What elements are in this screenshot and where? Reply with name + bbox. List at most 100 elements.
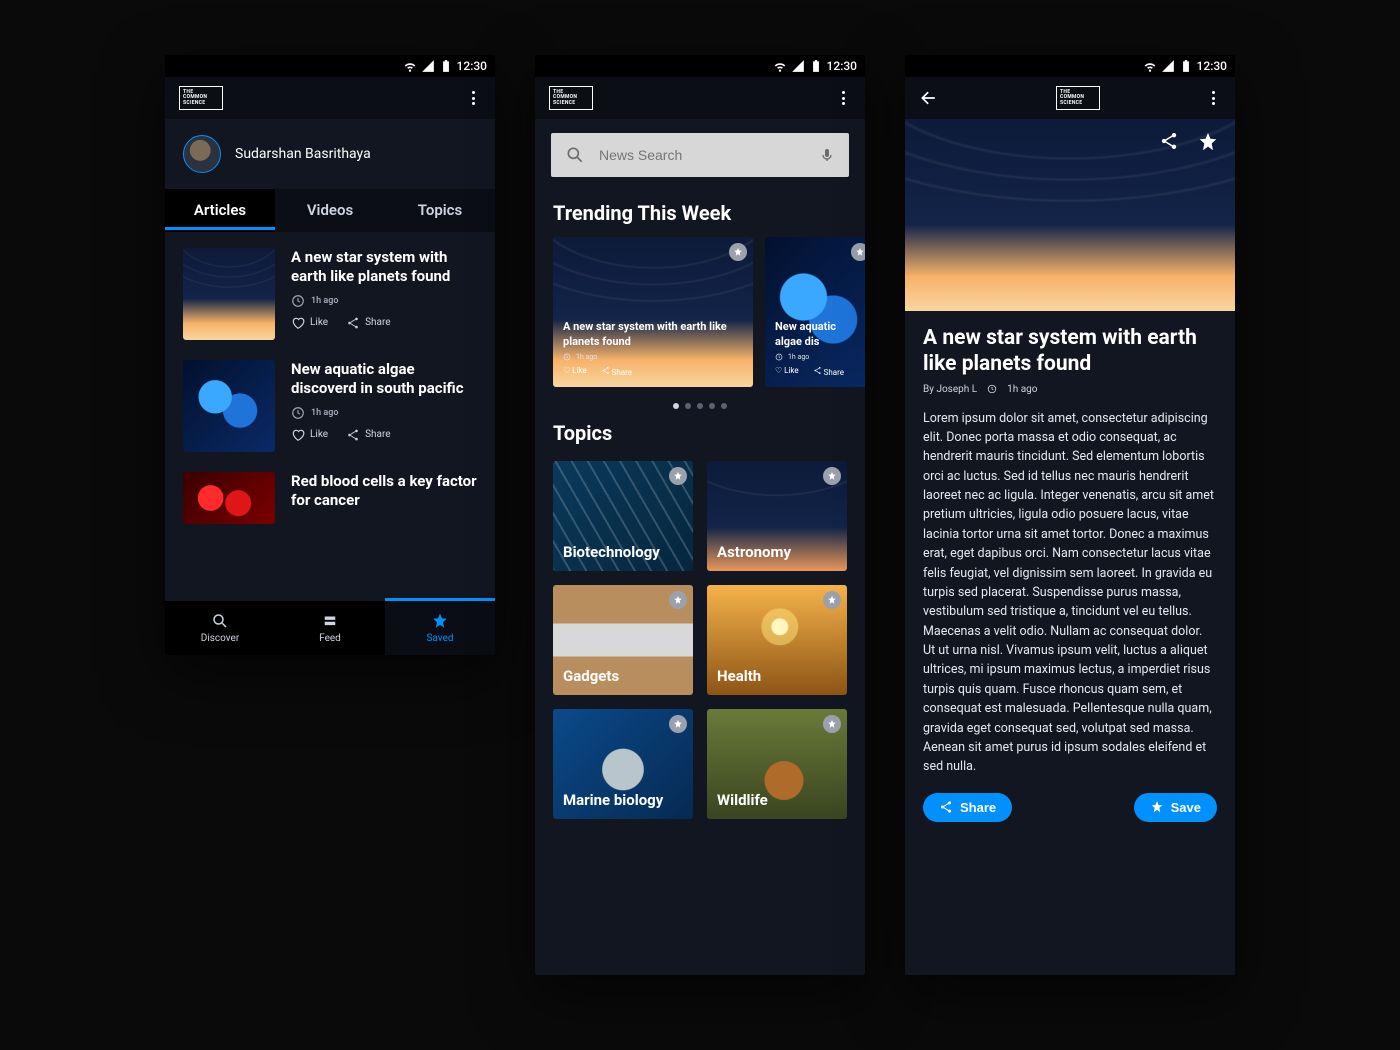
bookmark-badge[interactable]	[823, 467, 841, 485]
status-bar: 12:30	[165, 55, 495, 77]
wifi-icon	[403, 59, 417, 73]
share-button[interactable]: Share	[813, 366, 844, 377]
status-time: 12:30	[827, 59, 857, 73]
star-icon[interactable]	[1197, 131, 1219, 153]
article-body: Lorem ipsum dolor sit amet, consectetur …	[905, 409, 1235, 777]
bottom-nav: Discover Feed Saved	[165, 601, 495, 655]
share-button[interactable]: Share	[601, 366, 632, 377]
app-bar: THE COMMON SCIENCE	[905, 77, 1235, 119]
overflow-menu-button[interactable]	[835, 91, 851, 105]
trending-card[interactable]: A new star system with earth like planet…	[553, 237, 753, 387]
bookmark-badge[interactable]	[669, 591, 687, 609]
topic-card[interactable]: Gadgets	[553, 585, 693, 695]
bookmark-badge[interactable]	[851, 243, 865, 261]
star-icon	[1150, 800, 1164, 814]
username: Sudarshan Basrithaya	[235, 146, 371, 162]
wifi-icon	[773, 59, 787, 73]
like-button[interactable]: ♡ Like	[775, 366, 799, 377]
brand-logo[interactable]: THE COMMON SCIENCE	[1056, 86, 1100, 110]
tab-bar: Articles Videos Topics	[165, 189, 495, 232]
heart-icon	[291, 428, 305, 442]
share-icon	[346, 316, 360, 330]
overflow-menu-button[interactable]	[1205, 91, 1221, 105]
status-bar: 12:30	[535, 55, 865, 77]
article-meta: 1h ago	[291, 406, 477, 420]
overflow-menu-button[interactable]	[465, 91, 481, 105]
screen-discover: 12:30 THE COMMON SCIENCE Trending This W…	[535, 55, 865, 975]
nav-discover[interactable]: Discover	[165, 601, 275, 655]
star-icon	[431, 612, 449, 630]
bookmark-badge[interactable]	[669, 467, 687, 485]
profile-row[interactable]: Sudarshan Basrithaya	[165, 119, 495, 189]
search-icon	[565, 145, 585, 165]
heart-icon	[291, 316, 305, 330]
share-icon	[939, 800, 953, 814]
bookmark-badge[interactable]	[729, 243, 747, 261]
topic-card[interactable]: Biotechnology	[553, 461, 693, 571]
action-row: Share Save	[905, 777, 1235, 840]
topic-card[interactable]: Astronomy	[707, 461, 847, 571]
like-button[interactable]: Like	[291, 316, 328, 330]
article-row[interactable]: New aquatic algae discoverd in south pac…	[183, 360, 477, 452]
clock-icon	[775, 353, 783, 361]
topic-card[interactable]: Wildlife	[707, 709, 847, 819]
card-title: New aquatic algae dis	[775, 320, 865, 349]
article-title: A new star system with earth like planet…	[291, 248, 477, 286]
signal-icon	[1161, 59, 1175, 73]
article-title: Red blood cells a key factor for cancer	[291, 472, 477, 510]
share-button[interactable]: Share	[346, 316, 390, 330]
bookmark-badge[interactable]	[823, 591, 841, 609]
topic-card[interactable]: Marine biology	[553, 709, 693, 819]
nav-saved[interactable]: Saved	[385, 601, 495, 655]
signal-icon	[421, 59, 435, 73]
article-meta: 1h ago	[291, 294, 477, 308]
share-icon	[601, 366, 610, 375]
topic-card[interactable]: Health	[707, 585, 847, 695]
brand-logo[interactable]: THE COMMON SCIENCE	[179, 86, 223, 110]
share-button[interactable]: Share	[346, 428, 390, 442]
article-title: A new star system with earth like planet…	[905, 311, 1235, 384]
trending-card[interactable]: New aquatic algae dis 1h ago ♡ Like Shar…	[765, 237, 865, 387]
status-time: 12:30	[1197, 59, 1227, 73]
bookmark-badge[interactable]	[669, 715, 687, 733]
share-icon[interactable]	[1159, 131, 1179, 151]
brand-logo[interactable]: THE COMMON SCIENCE	[549, 86, 593, 110]
article-row[interactable]: Red blood cells a key factor for cancer	[183, 472, 477, 524]
trending-carousel[interactable]: A new star system with earth like planet…	[535, 237, 865, 387]
battery-icon	[809, 59, 823, 73]
clock-icon	[987, 384, 997, 394]
back-button[interactable]	[919, 88, 939, 108]
app-bar: THE COMMON SCIENCE	[165, 77, 495, 119]
battery-icon	[439, 59, 453, 73]
share-icon	[813, 366, 822, 375]
like-button[interactable]: Like	[291, 428, 328, 442]
share-button[interactable]: Share	[923, 793, 1012, 822]
screen-article: 12:30 THE COMMON SCIENCE A new star syst…	[905, 55, 1235, 975]
clock-icon	[563, 353, 571, 361]
article-row[interactable]: A new star system with earth like planet…	[183, 248, 477, 340]
article-thumb	[183, 248, 275, 340]
save-button[interactable]: Save	[1134, 793, 1217, 822]
nav-feed[interactable]: Feed	[275, 601, 385, 655]
trending-heading: Trending This Week	[535, 195, 865, 237]
tab-videos[interactable]: Videos	[275, 189, 385, 232]
topics-grid: Biotechnology Astronomy Gadgets Health M…	[535, 457, 865, 819]
tab-articles[interactable]: Articles	[165, 189, 275, 232]
article-hero	[905, 119, 1235, 311]
mic-icon[interactable]	[819, 145, 835, 165]
status-bar: 12:30	[905, 55, 1235, 77]
signal-icon	[791, 59, 805, 73]
card-title: A new star system with earth like planet…	[563, 320, 743, 349]
tab-topics[interactable]: Topics	[385, 189, 495, 232]
avatar	[183, 135, 221, 173]
search-icon	[211, 612, 229, 630]
carousel-pager[interactable]	[535, 403, 865, 409]
article-title: New aquatic algae discoverd in south pac…	[291, 360, 477, 398]
article-byline: By Joseph L 1h ago	[905, 384, 1235, 409]
search-bar[interactable]	[551, 133, 849, 177]
bookmark-badge[interactable]	[823, 715, 841, 733]
search-input[interactable]	[599, 147, 805, 163]
clock-icon	[291, 294, 305, 308]
like-button[interactable]: ♡ Like	[563, 366, 587, 377]
screen-saved: 12:30 THE COMMON SCIENCE Sudarshan Basri…	[165, 55, 495, 655]
